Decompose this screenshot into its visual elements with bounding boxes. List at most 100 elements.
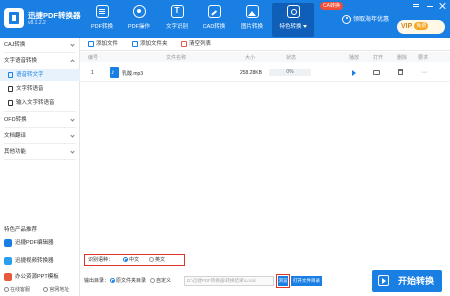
ocr-icon [170,5,184,18]
option-label: 英文 [155,257,166,263]
close-icon[interactable] [439,2,447,10]
user-promo-link[interactable]: 领取海年优惠 [342,14,389,24]
add-folder-icon [132,40,138,47]
option-label: 中文 [129,257,140,263]
sidebar-group-label: 文字语音转换 [4,58,38,64]
link-online-service[interactable]: 在线客服 [4,287,36,293]
tool-feature-convert[interactable]: 特色转换 [272,3,314,37]
row-index: 1 [91,70,94,76]
chevron-down-icon [70,42,75,47]
column-header: 打开 [373,55,384,61]
app-header: 迅捷PDF转换器 v8.1.2.2 PDF转换 PDF操作 文字识别 CAD转换… [0,0,450,38]
sidebar-group-label: 文档翻译 [4,133,27,139]
recommend-title: 特色产品推荐 [4,227,38,233]
sidebar-item-label: 语音转文字 [16,72,44,78]
output-option-custom[interactable]: 自定义 [150,276,171,286]
product-label: 迅捷PDF编辑器 [15,240,54,246]
sidebar-item-speech-to-text[interactable]: 语音转文字 [0,69,80,81]
bottom-links: 在线客服 官网地址 [4,286,81,293]
option-label: 原文件夹目录 [116,278,147,284]
delete-icon[interactable] [398,69,403,75]
product-video-converter[interactable]: 迅捷视频转换器 [4,256,76,267]
recognition-language-box: 识别语种： 中文 英文 [84,254,185,266]
output-directory-row: 输出目录： 原文件夹目录 自定义 [84,276,171,286]
clear-list-label: 清空列表 [189,41,212,47]
text-to-speech-icon [8,85,13,92]
sidebar-group-text-speech[interactable]: 文字语音转换 [0,55,80,67]
sidebar-item-label: 输入文字转语音 [16,100,55,106]
column-header: 播放 [349,55,360,61]
minimize-icon[interactable] [426,2,434,10]
start-convert-button[interactable]: 开始转换 [372,270,442,292]
cad-icon [207,5,221,18]
sidebar-group-translate[interactable]: 文档翻译 [0,130,80,142]
tool-ocr[interactable]: 文字识别 [159,3,195,37]
vip-button[interactable]: VIP 免费 [397,20,445,34]
language-option-english[interactable]: 英文 [149,255,165,265]
radio-icon [149,257,154,263]
output-option-original[interactable]: 原文件夹目录 [110,276,146,286]
output-path-input[interactable]: D:\迅捷PDF转换器\转换结果\Local [184,276,274,286]
ppt-template-icon [4,272,12,281]
sidebar-item-text-to-speech[interactable]: 文字转语音 [0,83,80,95]
browse-label: 浏览 [278,276,288,286]
product-ppt-template[interactable]: 办公资源PPT模板 [4,272,76,283]
chevron-down-icon [70,133,75,138]
input-text-icon [8,99,13,106]
column-header: 编号 [88,55,99,61]
divider [4,52,76,53]
chevron-down-icon [70,149,75,154]
clear-list-icon [181,40,187,47]
chevron-down-icon [70,117,75,122]
add-folder-button[interactable]: 添加文件夹 [132,40,168,49]
product-pdf-editor[interactable]: 迅捷PDF编辑器 [4,238,76,249]
tool-label: 文字识别 [165,24,188,30]
image-icon [245,5,259,18]
open-folder-icon[interactable] [373,70,380,75]
language-option-chinese[interactable]: 中文 [123,255,139,265]
app-version: v8.1.2.2 [28,20,46,26]
pdf-convert-icon [95,5,109,18]
browse-button[interactable]: 浏览 [276,274,290,288]
tool-pdf-convert[interactable]: PDF转换 [84,3,120,37]
column-header: 文件名称 [166,55,187,61]
user-label: 领取海年优惠 [353,17,390,23]
speech-to-text-icon [8,71,13,78]
language-label: 识别语种： [88,257,114,263]
app-logo-icon [4,8,24,28]
product-label: 办公资源PPT模板 [15,274,59,280]
radio-selected-icon [110,278,115,284]
feature-icon [286,5,300,18]
sidebar-group-other[interactable]: 其他功能 [0,146,80,158]
menu-icon[interactable] [412,2,420,10]
sidebar-group-caj[interactable]: CAJ转换 [0,39,80,51]
pdf-operate-icon [132,5,146,18]
vip-tag: 免费 [414,22,429,31]
tool-image-convert[interactable]: 图片转换 [234,3,270,37]
add-file-button[interactable]: 添加文件 [88,40,118,49]
file-size: 258.28KB [240,70,262,76]
sidebar-item-label: 文字转语音 [16,86,44,92]
open-directory-button[interactable]: 打开文件目录 [291,276,322,286]
column-header: 删除 [397,55,408,61]
tool-pdf-operate[interactable]: PDF操作 [121,3,157,37]
link-official-site[interactable]: 官网地址 [43,287,75,293]
add-file-label: 添加文件 [96,41,119,47]
play-icon[interactable] [352,70,356,76]
pdf-editor-icon [4,238,12,247]
divider [4,143,76,144]
file-table-header: 编号 文件名称 大小 状态 播放 打开 删除 要求 [80,52,450,62]
sidebar-group-label: OFD转换 [4,117,27,123]
sidebar-group-label: CAJ转换 [4,42,26,48]
chevron-down-icon [302,25,307,29]
more-icon[interactable]: ⋯ [421,69,427,76]
table-row[interactable]: 1 乳酸.mp3 258.28KB 0% ⋯ [80,64,450,82]
sidebar-group-ofd[interactable]: OFD转换 [0,114,80,126]
audio-file-icon [110,67,119,78]
chevron-up-icon [70,59,75,64]
tool-label: PDF操作 [127,24,150,30]
clear-list-button[interactable]: 清空列表 [181,40,211,49]
tool-cad-convert[interactable]: CAD转换 [196,3,232,37]
sidebar-item-input-text-to-speech[interactable]: 输入文字转语音 [0,97,80,109]
start-icon [378,275,389,286]
